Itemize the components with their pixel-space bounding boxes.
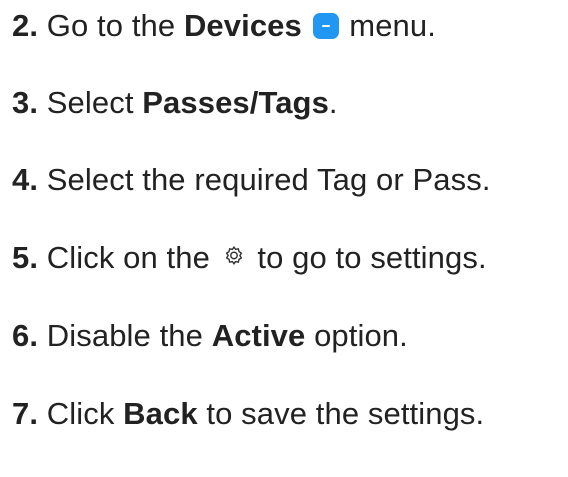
step-text: Click [46,396,115,431]
step-3: 3. Select Passes/Tags. [12,87,338,118]
step-5: 5. Click on the to go to settings. [12,242,487,273]
step-text: menu. [349,8,436,43]
step-6: 6. Disable the Active option. [12,320,408,351]
gear-icon [225,246,242,265]
back-button-name: Back [123,396,198,431]
step-number: 3. [12,85,39,120]
step-text: Go to the [46,8,176,43]
step-text: Click on the [46,240,210,275]
step-number: 7. [12,396,39,431]
step-number: 4. [12,162,39,197]
step-number: 2. [12,8,39,43]
instruction-steps: 2. Go to the Devices menu. 3. Select Pas… [0,0,568,477]
step-number: 5. [12,240,39,275]
step-number: 6. [12,318,39,353]
devices-menu-name: Devices [183,8,302,43]
step-text: Select the required Tag or Pass. [46,162,491,197]
step-text: option. [314,318,408,353]
step-4: 4. Select the required Tag or Pass. [12,164,491,195]
step-7: 7. Click Back to save the settings. [12,398,484,429]
step-text: Disable the [46,318,203,353]
devices-menu-icon [312,13,339,39]
step-text: . [328,85,338,120]
step-text: Select [46,85,134,120]
step-2: 2. Go to the Devices menu. [12,10,436,41]
step-text: to save the settings. [206,396,485,431]
step-text: to go to settings. [257,240,487,275]
passes-tags-menu-name: Passes/Tags [142,85,329,120]
active-option-name: Active [211,318,306,353]
